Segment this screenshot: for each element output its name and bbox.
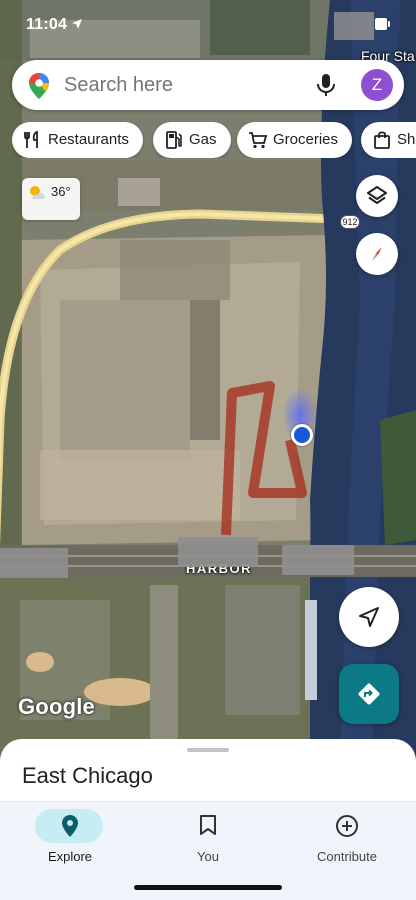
chip-label: Gas [189, 131, 217, 148]
my-location-button[interactable] [339, 587, 399, 647]
chip-groceries[interactable]: Groceries [237, 122, 353, 158]
maps-pin-icon [29, 73, 49, 99]
weather-temperature: 36° [51, 184, 71, 199]
weather-badge[interactable]: 36° [22, 178, 80, 220]
current-location-dot [291, 424, 313, 446]
chip-restaurants[interactable]: Restaurants [12, 122, 143, 158]
partly-cloudy-icon [30, 186, 45, 199]
chip-label: Sho [397, 131, 416, 148]
tab-label: You [197, 849, 219, 864]
redacted-area [282, 545, 354, 575]
map-imagery [0, 0, 416, 760]
category-chips: Restaurants Gas Groceries Sho [12, 122, 416, 158]
maps-app: 912 HARBOR Google Four Sta 11:04 Search … [0, 0, 416, 900]
shopping-bag-icon [374, 131, 390, 149]
shopping-cart-icon [249, 132, 268, 149]
status-bar: 11:04 [0, 0, 416, 50]
layers-icon [367, 186, 387, 204]
google-logo: Google [18, 694, 95, 719]
chip-label: Restaurants [48, 131, 129, 148]
satellite-map[interactable]: 912 HARBOR Google Four Sta [0, 0, 416, 760]
drag-handle[interactable] [187, 748, 229, 752]
redacted-area [178, 537, 258, 567]
redacted-status-icons [334, 12, 374, 40]
tab-you[interactable]: You [148, 802, 268, 872]
chip-label: Groceries [273, 131, 339, 148]
home-indicator [134, 885, 282, 890]
place-bottom-sheet[interactable]: East Chicago [0, 739, 416, 809]
search-bar[interactable]: Z [12, 60, 404, 110]
layers-button[interactable] [356, 175, 398, 217]
add-circle-icon [336, 815, 358, 837]
bookmark-icon [200, 815, 216, 835]
location-arrow-icon [72, 19, 82, 29]
tab-contribute[interactable]: Contribute [287, 802, 407, 872]
tab-label: Explore [47, 849, 93, 864]
tab-explore[interactable]: Explore [10, 802, 130, 872]
directions-icon [358, 683, 380, 705]
place-title: East Chicago [22, 763, 153, 788]
chip-shopping[interactable]: Sho [361, 122, 416, 158]
directions-button[interactable] [339, 664, 399, 724]
explore-pin-icon [62, 815, 78, 837]
status-time: 11:04 [26, 16, 68, 33]
compass-icon [372, 247, 382, 261]
route-shield-label: 912 [340, 215, 360, 229]
search-input[interactable] [64, 60, 284, 110]
battery-cap-icon [388, 21, 390, 27]
redacted-area [0, 548, 68, 578]
compass-button[interactable] [356, 233, 398, 275]
fork-knife-icon [24, 130, 38, 148]
gas-pump-icon [166, 131, 182, 149]
tab-label: Contribute [317, 849, 377, 864]
avatar[interactable]: Z [361, 69, 393, 101]
navigation-arrow-icon [359, 607, 379, 627]
battery-icon [375, 18, 387, 30]
chip-gas[interactable]: Gas [153, 122, 231, 158]
microphone-icon[interactable] [314, 72, 338, 98]
